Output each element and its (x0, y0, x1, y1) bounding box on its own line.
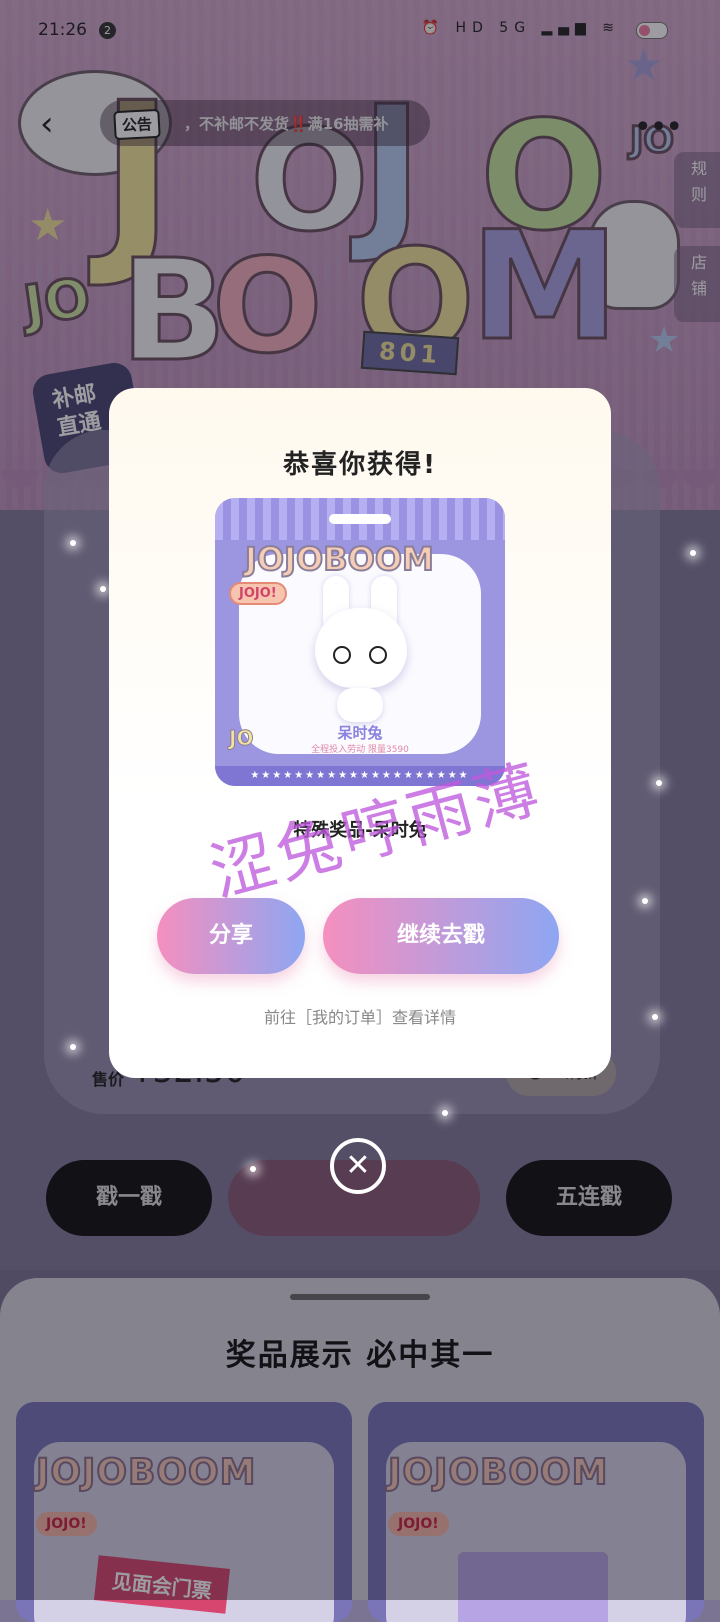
prize-tag: JOJO! (229, 582, 287, 605)
prize-logo: JOJOBOOM (244, 539, 435, 579)
sparkle-icon (690, 550, 696, 556)
sparkle-icon (70, 540, 76, 546)
bunny-head (315, 608, 407, 688)
bunny-body (337, 688, 383, 722)
sparkle-icon (442, 1110, 448, 1116)
prize-subcaption: 全程投入劳动 限量3590 (311, 745, 409, 755)
prize-image: JOJOBOOM JOJO! JO 呆时兔 全程投入劳动 限量3590 ★★★★… (215, 498, 505, 786)
prize-caption: 呆时兔 (337, 724, 383, 742)
sparkle-icon (656, 780, 662, 786)
bunny-eye (369, 646, 387, 664)
sparkle-icon (70, 1044, 76, 1050)
prize-hanger (329, 514, 391, 524)
prize-modal: 恭喜你获得! JOJOBOOM JOJO! JO 呆时兔 全程投入劳动 限量35… (109, 388, 611, 1078)
share-button[interactable]: 分享 (157, 898, 305, 974)
order-details-link[interactable]: 前往［我的订单］查看详情 (109, 1004, 611, 1028)
sparkle-icon (100, 586, 106, 592)
sparkle-icon (642, 898, 648, 904)
continue-poke-button[interactable]: 继续去戳 (323, 898, 559, 974)
close-icon[interactable]: ✕ (330, 1138, 386, 1194)
sparkle-icon (250, 1166, 256, 1172)
modal-title: 恭喜你获得! (283, 450, 437, 480)
sparkle-icon (652, 1014, 658, 1020)
bunny-eye (333, 646, 351, 664)
